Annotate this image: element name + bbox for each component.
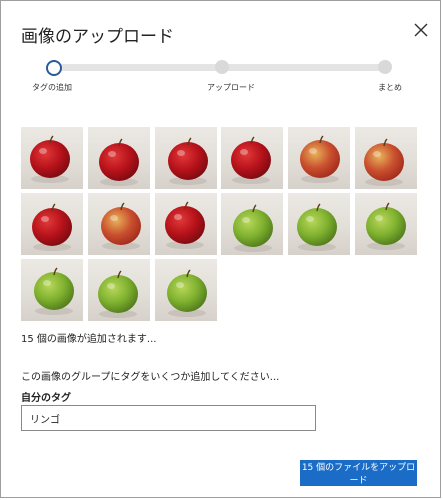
- image-thumbnail: [87, 127, 150, 189]
- apple-image: [167, 137, 208, 185]
- upload-images-dialog: 画像のアップロード タグの追加 アップロード まとめ 15 個の画像が追加されま…: [0, 0, 441, 498]
- image-thumbnail: [154, 193, 217, 255]
- apple-image: [365, 202, 406, 250]
- step-label-add-tags: タグの追加: [32, 83, 72, 92]
- image-thumbnail: [221, 127, 284, 189]
- apple-image: [97, 270, 138, 318]
- tag-prompt-text: この画像のグループにタグをいくつか追加してください...: [21, 372, 280, 383]
- apple-image: [98, 138, 139, 186]
- step-indicator-summary: [378, 60, 392, 74]
- close-icon[interactable]: [410, 19, 432, 41]
- image-thumbnail-grid: [21, 127, 417, 321]
- dialog-title: 画像のアップロード: [21, 27, 174, 47]
- apple-image: [231, 136, 272, 184]
- step-label-summary: まとめ: [378, 83, 402, 92]
- apple-image: [297, 203, 338, 251]
- image-thumbnail: [288, 127, 351, 189]
- apple-image: [164, 201, 205, 249]
- image-thumbnail: [21, 259, 83, 321]
- apple-image: [30, 135, 70, 183]
- apple-image: [34, 267, 74, 315]
- image-thumbnail: [221, 193, 284, 255]
- image-thumbnail: [288, 193, 351, 255]
- image-thumbnail: [87, 193, 150, 255]
- apple-image: [32, 203, 72, 251]
- apple-image: [233, 204, 274, 252]
- my-tags-label: 自分のタグ: [21, 393, 71, 404]
- image-thumbnail: [154, 127, 217, 189]
- image-thumbnail: [21, 127, 83, 189]
- apple-image: [363, 138, 404, 186]
- step-label-upload: アップロード: [207, 83, 255, 92]
- tag-input[interactable]: [21, 405, 316, 431]
- step-indicator-upload: [215, 60, 229, 74]
- image-thumbnail: [21, 193, 83, 255]
- image-thumbnail: [87, 259, 150, 321]
- apple-image: [100, 202, 141, 250]
- image-thumbnail: [354, 127, 417, 189]
- apple-image: [166, 269, 207, 317]
- image-thumbnail: [154, 259, 217, 321]
- image-thumbnail: [354, 193, 417, 255]
- apple-image: [300, 135, 341, 183]
- image-count-text: 15 個の画像が追加されます...: [21, 334, 157, 345]
- upload-files-button[interactable]: 15 個のファイルをアップロード: [300, 460, 417, 486]
- step-indicator-add-tags: [46, 60, 62, 76]
